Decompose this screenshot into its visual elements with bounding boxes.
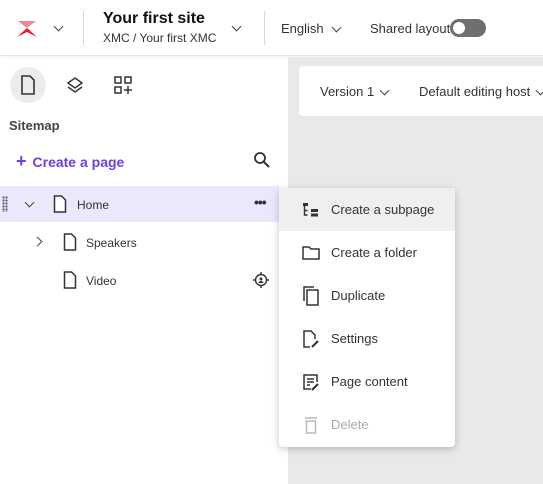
- divider: [83, 11, 84, 45]
- tab-components[interactable]: [57, 67, 93, 103]
- page-icon: [53, 195, 67, 213]
- app-switcher-chevron-icon[interactable]: [53, 21, 64, 32]
- tree-item-label: Home: [77, 198, 110, 212]
- context-menu: Create a subpage Create a folder Duplica…: [279, 188, 455, 447]
- page-icon: [63, 271, 77, 289]
- shared-layout-toggle[interactable]: [450, 19, 486, 37]
- tree-item-speakers[interactable]: Speakers: [0, 224, 279, 260]
- page-icon: [21, 75, 35, 95]
- subpage-icon: [301, 200, 321, 220]
- divider: [264, 11, 265, 45]
- sitecore-logo-icon[interactable]: [16, 19, 38, 39]
- menu-item-create-subpage[interactable]: Create a subpage: [279, 188, 455, 231]
- menu-item-label: Duplicate: [331, 288, 386, 303]
- settings-page-icon: [301, 329, 321, 349]
- create-page-label: Create a page: [32, 154, 125, 170]
- expand-chevron-icon[interactable]: [32, 236, 43, 247]
- version-selector[interactable]: Version 1: [320, 84, 374, 99]
- menu-item-page-content[interactable]: Page content: [279, 360, 455, 403]
- layers-icon: [66, 77, 84, 93]
- create-page-button[interactable]: + Create a page: [16, 151, 124, 172]
- editing-host-selector[interactable]: Default editing host: [419, 84, 530, 99]
- grid-plus-icon: [114, 76, 132, 94]
- tree-item-label: Speakers: [86, 236, 137, 250]
- menu-item-duplicate[interactable]: Duplicate: [279, 274, 455, 317]
- menu-item-delete[interactable]: Delete: [279, 403, 455, 446]
- plus-icon: +: [16, 151, 27, 171]
- menu-item-create-folder[interactable]: Create a folder: [279, 231, 455, 274]
- tree-item-label: Video: [86, 274, 117, 288]
- drag-handle-icon[interactable]: [2, 196, 8, 212]
- folder-icon: [301, 243, 321, 263]
- menu-item-label: Create a folder: [331, 245, 417, 260]
- collapse-chevron-icon[interactable]: [24, 197, 35, 208]
- language-chevron-icon[interactable]: [331, 22, 342, 33]
- menu-item-label: Create a subpage: [331, 202, 435, 217]
- menu-item-label: Delete: [331, 417, 369, 432]
- tab-pages[interactable]: [10, 67, 46, 103]
- more-options-icon[interactable]: •••: [254, 194, 267, 210]
- tree-item-home[interactable]: Home •••: [0, 186, 279, 222]
- duplicate-icon: [301, 285, 321, 306]
- tab-add-components[interactable]: [105, 67, 141, 103]
- trash-icon: [301, 415, 321, 435]
- tree-item-video[interactable]: Video: [0, 262, 279, 298]
- menu-item-label: Page content: [331, 374, 408, 389]
- language-selector[interactable]: English: [281, 21, 324, 36]
- site-path: XMC / Your first XMC: [103, 31, 217, 45]
- menu-item-settings[interactable]: Settings: [279, 317, 455, 360]
- personalization-icon[interactable]: [253, 272, 269, 288]
- shared-layout-label: Shared layout: [370, 21, 451, 36]
- site-title[interactable]: Your first site: [103, 10, 205, 28]
- page-content-icon: [301, 372, 321, 392]
- site-switcher-chevron-icon[interactable]: [231, 21, 242, 32]
- menu-item-label: Settings: [331, 331, 378, 346]
- search-icon[interactable]: [253, 151, 271, 169]
- sitemap-heading: Sitemap: [9, 118, 60, 133]
- page-icon: [63, 233, 77, 251]
- top-header: Your first site XMC / Your first XMC Eng…: [0, 0, 543, 56]
